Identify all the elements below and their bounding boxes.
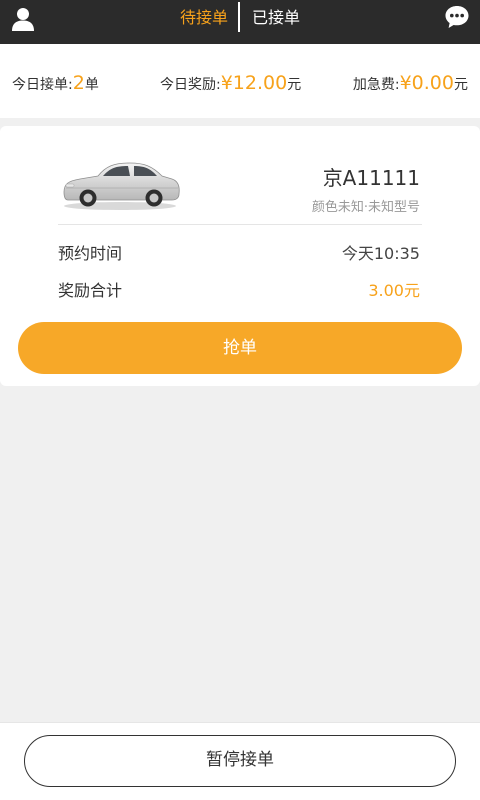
tab-accepted-orders[interactable]: 已接单	[252, 7, 300, 29]
stat-urgent-fee-label: 加急费:	[352, 77, 400, 93]
stat-urgent-fee: 加急费:¥0.00元	[353, 70, 468, 96]
stat-urgent-fee-unit: 元	[454, 77, 468, 93]
appointment-time-value: 今天10:35	[341, 244, 420, 263]
chat-bubble-icon[interactable]	[444, 4, 470, 30]
reward-total-value: 3.00元	[368, 281, 420, 300]
stat-today-reward: 今日奖励:¥12.00元	[160, 70, 301, 96]
pause-orders-button[interactable]: 暂停接单	[24, 735, 456, 787]
daily-stats: 今日接单:2单 今日奖励:¥12.00元 加急费:¥0.00元	[0, 44, 480, 118]
appointment-time-label: 预约时间	[58, 244, 123, 263]
stat-today-orders-unit: 单	[84, 77, 99, 93]
tab-divider	[238, 2, 240, 32]
card-divider	[58, 224, 422, 225]
tab-pending-orders[interactable]: 待接单	[180, 7, 228, 29]
car-image	[63, 162, 180, 210]
car-description: 颜色未知·未知型号	[311, 200, 420, 215]
order-card: 京A11111 颜色未知·未知型号 预约时间 今天10:35 奖励合计 3.00…	[0, 126, 480, 386]
grab-order-button[interactable]: 抢单	[18, 322, 462, 374]
footer-bar: 暂停接单	[0, 722, 480, 800]
stat-today-orders-label: 今日接单:	[12, 77, 73, 93]
top-bar: 待接单 已接单	[0, 0, 480, 44]
stat-today-reward-unit: 元	[287, 77, 302, 93]
stat-today-orders: 今日接单:2单	[12, 70, 99, 96]
stat-urgent-fee-value: ¥0.00	[399, 72, 454, 94]
stat-today-reward-value: ¥12.00	[220, 72, 288, 94]
stat-today-orders-value: 2	[72, 72, 85, 94]
user-icon[interactable]	[10, 6, 36, 32]
license-plate: 京A11111	[322, 166, 420, 190]
stat-today-reward-label: 今日奖励:	[160, 77, 221, 93]
reward-total-label: 奖励合计	[58, 281, 123, 300]
